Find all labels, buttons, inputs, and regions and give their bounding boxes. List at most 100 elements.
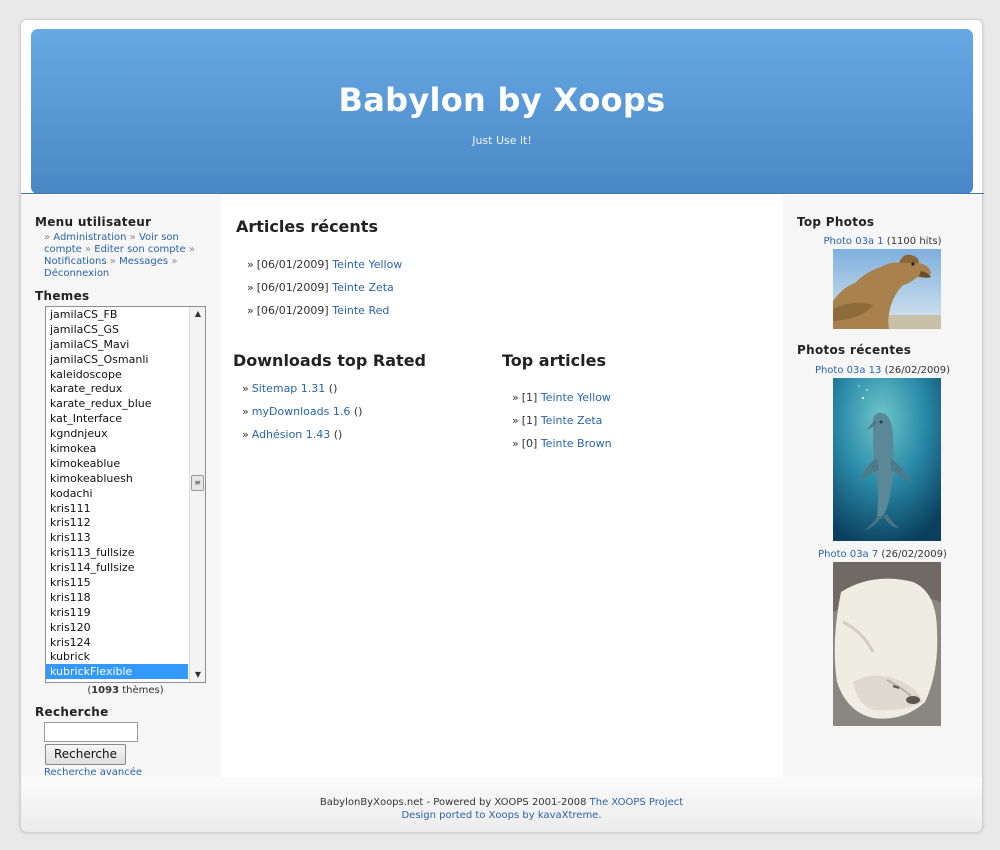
theme-option[interactable]: jamilaCS_FB	[46, 307, 188, 322]
photo-link[interactable]: Photo 03a 13	[815, 365, 881, 376]
site-title[interactable]: Babylon by Xoops	[31, 81, 973, 119]
theme-options: jamilaCS_FB jamilaCS_GS jamilaCS_Mavi jamil…	[46, 307, 205, 680]
theme-option[interactable]: jamilaCS_Mavi	[46, 337, 188, 352]
menu-link-edit-account[interactable]: Editer son compte	[94, 244, 185, 255]
photo-date: (26/02/2009)	[881, 549, 947, 560]
xoops-project-link[interactable]: The XOOPS Project	[590, 797, 684, 808]
recent-photos-title: Photos récentes	[797, 343, 912, 357]
user-menu: » Administration » Voir son compte » Edi…	[44, 232, 204, 280]
menu-link-notifications[interactable]: Notifications	[44, 256, 107, 267]
theme-option[interactable]: kimokeabluesh	[46, 471, 188, 486]
theme-option[interactable]: kris111	[46, 501, 188, 516]
article-date: [06/01/2009]	[256, 258, 329, 271]
photo-caption: Photo 03a 7 (26/02/2009)	[783, 549, 982, 560]
recent-articles-title: Articles récents	[236, 217, 378, 236]
bullet-icon: »	[242, 405, 249, 418]
scroll-up-icon[interactable]: ▲	[190, 307, 205, 321]
theme-option[interactable]: kimokea	[46, 441, 188, 456]
article-count: [1]	[521, 414, 538, 427]
photo-caption: Photo 03a 1 (1100 hits)	[783, 236, 982, 247]
theme-option[interactable]: kris114_fullsize	[46, 560, 188, 575]
photo-date: (26/02/2009)	[884, 365, 951, 376]
scroll-thumb[interactable]: ≡	[191, 475, 204, 491]
theme-option[interactable]: kris112	[46, 515, 188, 530]
menu-separator: »	[44, 232, 54, 243]
scroll-down-icon[interactable]: ▼	[190, 668, 205, 682]
menu-link-logout[interactable]: Déconnexion	[44, 268, 109, 279]
article-link[interactable]: Teinte Yellow	[541, 391, 611, 404]
list-item: » [06/01/2009] Teinte Zeta	[247, 281, 402, 304]
bullet-icon: »	[512, 437, 519, 450]
download-link[interactable]: Sitemap 1.31	[252, 382, 326, 395]
theme-option[interactable]: kodachi	[46, 486, 188, 501]
footer-line1: BabylonByXoops.net - Powered by XOOPS 20…	[21, 797, 982, 808]
theme-option[interactable]: kris115	[46, 575, 188, 590]
download-link[interactable]: myDownloads 1.6	[252, 405, 351, 418]
camel-photo[interactable]	[833, 249, 941, 329]
polar-bear-image	[833, 562, 941, 726]
user-menu-title: Menu utilisateur	[35, 215, 152, 229]
download-rating: ()	[333, 428, 343, 441]
theme-select-list[interactable]: jamilaCS_FB jamilaCS_GS jamilaCS_Mavi jamil…	[45, 306, 206, 683]
list-item: » [06/01/2009] Teinte Yellow	[247, 258, 402, 281]
recent-articles-list: » [06/01/2009] Teinte Yellow » [06/01/2009…	[247, 258, 402, 327]
theme-option[interactable]: kris119	[46, 605, 188, 620]
article-count: [1]	[521, 391, 538, 404]
page-container: Babylon by Xoops Just Use it! Menu utili…	[20, 19, 984, 832]
article-link[interactable]: Teinte Yellow	[332, 258, 402, 271]
site-header: Babylon by Xoops Just Use it!	[31, 29, 973, 194]
search-input[interactable]	[44, 722, 138, 742]
site-slogan: Just Use it!	[472, 134, 532, 147]
download-link[interactable]: Adhésion 1.43	[252, 428, 331, 441]
bullet-icon: »	[512, 414, 519, 427]
article-link[interactable]: Teinte Brown	[541, 437, 612, 450]
article-count: [0]	[521, 437, 538, 450]
photo-link[interactable]: Photo 03a 7	[818, 549, 878, 560]
search-title: Recherche	[35, 705, 109, 719]
theme-option[interactable]: jamilaCS_Osmanli	[46, 352, 188, 367]
footer-credit-link[interactable]: Design ported to Xoops by kavaXtreme.	[21, 810, 982, 821]
header-divider	[21, 193, 984, 194]
photo-link[interactable]: Photo 03a 1	[824, 236, 884, 247]
list-item: » [1] Teinte Yellow	[512, 391, 612, 414]
article-date: [06/01/2009]	[256, 281, 329, 294]
menu-separator: »	[129, 232, 139, 243]
search-button[interactable]: Recherche	[45, 744, 126, 765]
theme-option[interactable]: kubrick	[46, 649, 188, 664]
theme-option[interactable]: kimokeablue	[46, 456, 188, 471]
theme-option[interactable]: kris113_fullsize	[46, 545, 188, 560]
theme-option[interactable]: karate_redux_blue	[46, 396, 188, 411]
menu-link-administration[interactable]: Administration	[53, 232, 126, 243]
theme-count-number: 1093	[91, 685, 120, 696]
theme-option[interactable]: kris113	[46, 530, 188, 545]
theme-option[interactable]: kat_Interface	[46, 411, 188, 426]
theme-option[interactable]: kgndnjeux	[46, 426, 188, 441]
theme-list-scrollbar[interactable]: ▲ ≡ ▼	[189, 307, 205, 682]
theme-option[interactable]: kris120	[46, 620, 188, 635]
top-articles-list: » [1] Teinte Yellow » [1] Teinte Zeta » [0]…	[512, 391, 612, 460]
photo-hits: (1100 hits)	[886, 236, 942, 247]
list-item: » [06/01/2009] Teinte Red	[247, 304, 402, 327]
camel-image	[833, 249, 941, 329]
article-link[interactable]: Teinte Zeta	[332, 281, 394, 294]
downloads-title: Downloads top Rated	[233, 351, 426, 370]
bullet-icon: »	[512, 391, 519, 404]
theme-option[interactable]: kris118	[46, 590, 188, 605]
download-rating: ()	[353, 405, 363, 418]
article-link[interactable]: Teinte Zeta	[541, 414, 603, 427]
theme-option[interactable]: kaleidoscope	[46, 367, 188, 382]
theme-option[interactable]: karate_redux	[46, 381, 188, 396]
list-item: » myDownloads 1.6 ()	[242, 405, 362, 428]
theme-option[interactable]: kubrickFlexible	[46, 664, 188, 680]
menu-separator: »	[109, 256, 120, 267]
dolphin-photo[interactable]	[833, 378, 941, 541]
top-articles-title: Top articles	[502, 351, 606, 370]
menu-link-messages[interactable]: Messages	[119, 256, 168, 267]
photo-caption: Photo 03a 13 (26/02/2009)	[783, 365, 982, 376]
theme-option[interactable]: jamilaCS_GS	[46, 322, 188, 337]
bullet-icon: »	[247, 304, 254, 317]
theme-option[interactable]: kris124	[46, 635, 188, 650]
article-date: [06/01/2009]	[256, 304, 329, 317]
polar-bear-photo[interactable]	[833, 562, 941, 726]
article-link[interactable]: Teinte Red	[332, 304, 389, 317]
